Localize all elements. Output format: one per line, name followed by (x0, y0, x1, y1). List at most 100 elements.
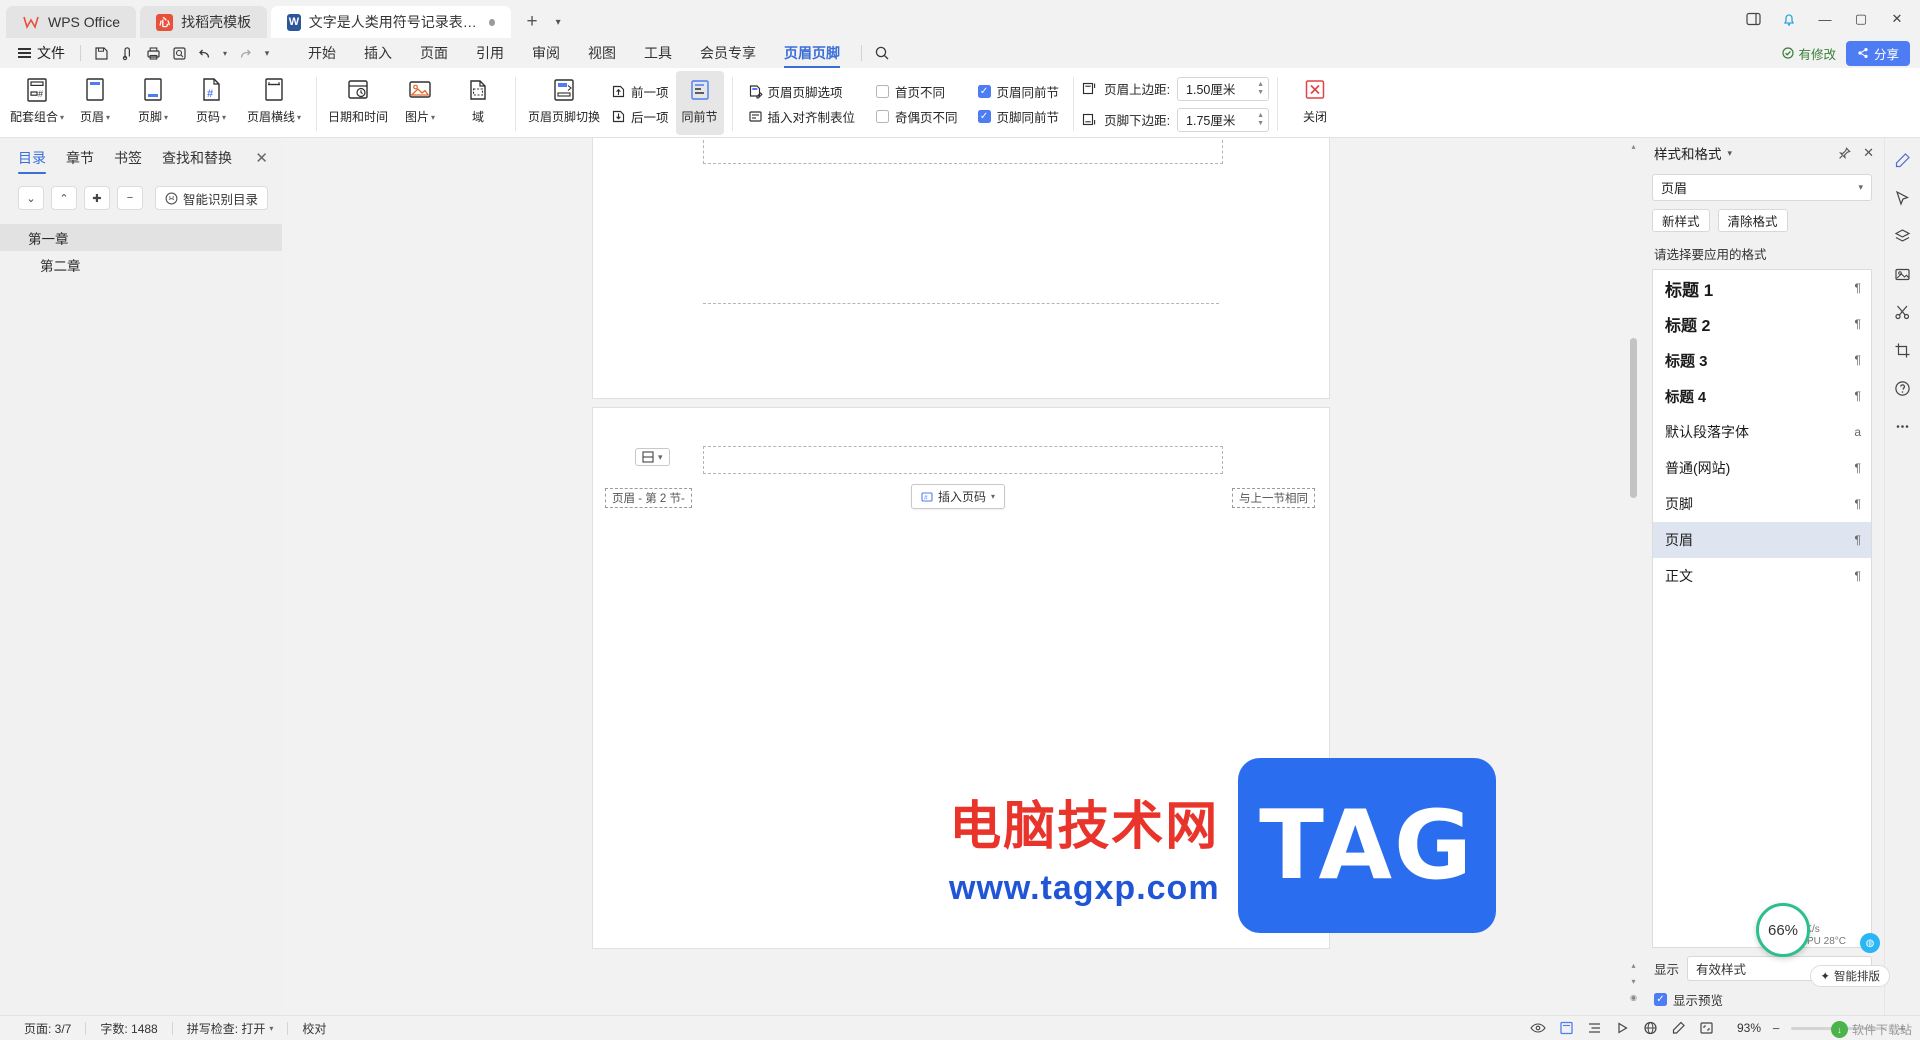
insert-align-tab-button[interactable]: 插入对齐制表位 (741, 106, 863, 128)
style-list[interactable]: 标题 1 ¶ 标题 2 ¶ 标题 3 ¶ 标题 4 ¶ 默认段落字体 a 普通(… (1652, 269, 1872, 948)
more-dropdown-icon[interactable]: ▾ (258, 41, 276, 65)
tab-active-document[interactable]: W 文字是人类用符号记录表达信息以 (271, 6, 512, 38)
chevron-down-icon[interactable]: ▾ (269, 1024, 273, 1033)
style-item-header[interactable]: 页眉 ¶ (1653, 522, 1871, 558)
header-button[interactable]: 页眉 ▾ (66, 71, 124, 135)
tab-header-footer[interactable]: 页眉页脚 (770, 40, 854, 68)
close-icon[interactable]: ✕ (1863, 145, 1874, 161)
tab-review[interactable]: 审阅 (518, 40, 574, 66)
outline-view-icon[interactable] (1581, 1018, 1607, 1038)
spinner-arrows-icon[interactable]: ▲ ▼ (1257, 112, 1264, 127)
tab-list-dropdown-icon[interactable]: ▾ (547, 9, 569, 35)
header-same-as-previous-checkbox[interactable]: 页眉同前节 (977, 81, 1066, 103)
previous-item-button[interactable]: 前一项 (604, 81, 676, 103)
nav-tab-toc[interactable]: 目录 (18, 148, 46, 174)
tab-docer-template[interactable]: 心 找稻壳模板 (140, 6, 268, 38)
print-icon[interactable] (140, 41, 166, 65)
scroll-top-icon[interactable]: ▴ (1628, 140, 1639, 152)
new-tab-button[interactable]: + (519, 9, 545, 35)
nav-tab-bookmark[interactable]: 书签 (114, 148, 142, 174)
tab-insert[interactable]: 插入 (350, 40, 406, 66)
footer-same-as-previous-checkbox[interactable]: 页脚同前节 (977, 106, 1066, 128)
print-layout-icon[interactable] (1553, 1018, 1579, 1038)
smart-toc-button[interactable]: 智能识别目录 (154, 186, 268, 210)
header-edit-region[interactable] (703, 446, 1223, 474)
insert-page-number-button[interactable]: # 插入页码 ▾ (911, 484, 1006, 509)
zoom-badge[interactable]: 66% (1756, 903, 1810, 957)
clear-format-button[interactable]: 清除格式 (1717, 209, 1788, 232)
undo-icon[interactable] (192, 41, 218, 65)
spellcheck-status[interactable]: 拼写检查: 打开 ▾ (173, 1020, 288, 1037)
current-style-select[interactable]: 页眉 ▾ (1652, 174, 1872, 201)
previous-page-icon[interactable]: ▴ (1628, 959, 1639, 971)
image-tools-icon[interactable] (1890, 262, 1916, 286)
close-icon[interactable]: ✕ (255, 149, 268, 173)
link-to-previous-button[interactable]: 同前节 (675, 71, 724, 135)
nav-tab-find-replace[interactable]: 查找和替换 (162, 148, 232, 174)
picture-button[interactable]: 图片 ▾ (391, 71, 449, 135)
tab-start[interactable]: 开始 (294, 40, 350, 66)
page-number-button[interactable]: # 页码 ▾ (182, 71, 240, 135)
document-scrollbar[interactable]: ▴ ▴ ▾ ◉ (1627, 138, 1640, 1015)
chevron-down-icon[interactable]: ▾ (658, 452, 663, 463)
switch-header-footer-button[interactable]: 页眉页脚切换 (524, 71, 604, 135)
proofread-button[interactable]: 校对 (288, 1020, 340, 1037)
read-mode-icon[interactable] (1609, 1018, 1635, 1038)
redo-icon[interactable] (232, 41, 258, 65)
next-page-icon[interactable]: ▾ (1628, 975, 1639, 987)
fullscreen-icon[interactable] (1693, 1018, 1719, 1038)
pen-icon[interactable] (1665, 1018, 1691, 1038)
layers-icon[interactable] (1890, 224, 1916, 248)
date-time-button[interactable]: 日期和时间 (325, 71, 391, 135)
header-rule-button[interactable]: 页眉横线 ▾ (240, 71, 308, 135)
style-item-default-paragraph-font[interactable]: 默认段落字体 a (1653, 414, 1871, 450)
share-button[interactable]: 分享 (1845, 40, 1910, 66)
print-preview-icon[interactable] (114, 41, 140, 65)
file-menu-button[interactable]: 文件 (10, 41, 73, 65)
maximize-button[interactable]: ▢ (1844, 4, 1878, 34)
section-break-marker[interactable]: ▾ (635, 448, 670, 466)
tab-page[interactable]: 页面 (406, 40, 462, 66)
tab-reference[interactable]: 引用 (462, 40, 518, 66)
close-header-footer-button[interactable]: 关闭 (1286, 71, 1344, 135)
more-dots-icon[interactable] (1890, 414, 1916, 438)
toc-item[interactable]: 第一章 (0, 224, 282, 251)
style-item-normal-web[interactable]: 普通(网站) ¶ (1653, 450, 1871, 486)
help-icon[interactable] (1890, 376, 1916, 400)
web-layout-icon[interactable] (1637, 1018, 1663, 1038)
eye-icon[interactable] (1525, 1018, 1551, 1038)
tab-member[interactable]: 会员专享 (686, 40, 770, 66)
close-window-button[interactable]: ✕ (1880, 4, 1914, 34)
combo-header-footer-button[interactable]: # 配套组合 ▾ (8, 71, 66, 135)
cursor-select-icon[interactable] (1890, 186, 1916, 210)
pen-edit-icon[interactable] (1890, 148, 1916, 172)
page-indicator[interactable]: 页面: 3/7 (10, 1020, 85, 1037)
footer-edit-region[interactable] (703, 140, 1223, 164)
select-browse-object-icon[interactable]: ◉ (1628, 991, 1639, 1003)
toc-item[interactable]: 第二章 (0, 251, 282, 278)
footer-bottom-margin-input[interactable]: 1.75厘米 ▲ ▼ (1177, 107, 1270, 132)
style-item-footer[interactable]: 页脚 ¶ (1653, 486, 1871, 522)
pin-icon[interactable] (1838, 146, 1851, 160)
minimize-button[interactable]: — (1808, 4, 1842, 34)
crop-icon[interactable] (1890, 338, 1916, 362)
tab-tools[interactable]: 工具 (630, 40, 686, 66)
nav-tab-chapter[interactable]: 章节 (66, 148, 94, 174)
word-count[interactable]: 字数: 1488 (86, 1020, 171, 1037)
document-page-1[interactable]: 页脚 - 第 1 节- (593, 138, 1329, 398)
next-item-button[interactable]: 后一项 (604, 106, 676, 128)
different-odd-even-checkbox[interactable]: 奇偶页不同 (876, 106, 964, 128)
chevron-down-icon[interactable]: ▾ (991, 492, 995, 501)
document-canvas[interactable]: 页脚 - 第 1 节- ▾ 页眉 - 第 2 节- # 插入页码 (282, 138, 1640, 1015)
document-page-2[interactable]: ▾ 页眉 - 第 2 节- # 插入页码 ▾ 与上一节相同 电脑技术网 www.… (593, 408, 1496, 948)
header-footer-options-button[interactable]: 页眉页脚选项 (741, 81, 863, 103)
chevron-down-icon[interactable]: ▾ (1728, 148, 1733, 159)
split-layout-icon[interactable] (1736, 4, 1770, 34)
footer-button[interactable]: 页脚 ▾ (124, 71, 182, 135)
style-item-heading3[interactable]: 标题 3 ¶ (1653, 342, 1871, 378)
increase-level-button[interactable]: ✚ (84, 186, 110, 210)
decrease-level-button[interactable]: − (117, 186, 143, 210)
style-item-body[interactable]: 正文 ¶ (1653, 558, 1871, 594)
field-button[interactable]: 域 (449, 71, 507, 135)
scrollbar-thumb[interactable] (1630, 338, 1637, 498)
